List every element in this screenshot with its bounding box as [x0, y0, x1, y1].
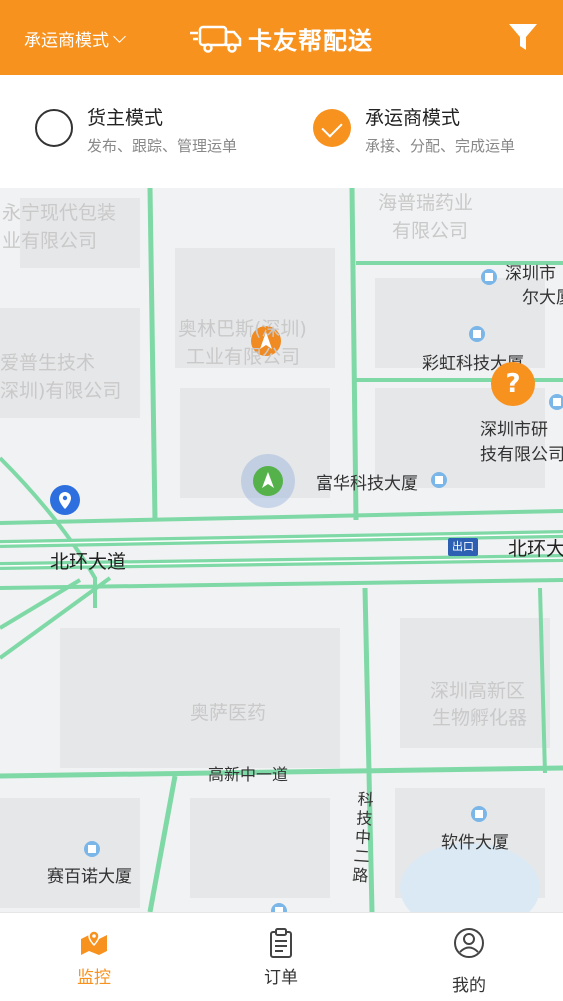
exit-badge: 出口 [448, 538, 478, 556]
map-poi-label: 永宁现代包装 [2, 202, 117, 224]
current-location-marker[interactable] [240, 453, 296, 509]
building-poi-icon [549, 394, 563, 410]
map-poi-label: 生物孵化器 [432, 707, 528, 729]
mode-select-label: 承运商模式 [24, 31, 109, 51]
map-poi-label: 海普瑞药业 [378, 192, 474, 214]
map-poi-label: 富华科技大厦 [316, 474, 418, 494]
map-road-label: 北环大道 [50, 551, 127, 573]
tab-label: 我的 [452, 976, 486, 996]
map-poi-label: 技有限公司 [480, 445, 563, 465]
mode-option-title: 货主模式 [87, 107, 164, 129]
radio-checked-icon[interactable] [313, 109, 351, 147]
mode-selector: 货主模式 发布、跟踪、管理运单 承运商模式 承接、分配、完成运单 [0, 75, 563, 188]
map-poi-label: 工业有限公司 [186, 346, 301, 368]
map-poi-label: 业有限公司 [2, 230, 98, 252]
app-logo: 卡友帮配送 [190, 18, 373, 58]
mode-option-carrier[interactable]: 承运商模式 承接、分配、完成运单 [313, 103, 558, 163]
building-poi-icon [271, 903, 287, 912]
building-poi-icon [84, 841, 100, 857]
map-poi-label: 有限公司 [392, 220, 469, 242]
tab-profile[interactable]: 我的 [409, 913, 529, 1001]
map-poi-label: 深圳高新区 [430, 680, 526, 702]
clipboard-icon [270, 928, 292, 958]
app-header: 承运商模式 卡友帮配送 [0, 0, 563, 75]
map-poi-label: 深圳市 [505, 264, 556, 284]
map-poi-label: 深圳市研 [480, 420, 548, 440]
building-poi-icon [469, 326, 485, 342]
truck-logo-icon [190, 25, 242, 53]
location-pin-icon[interactable] [49, 484, 81, 516]
mode-option-subtitle: 发布、跟踪、管理运单 [87, 137, 238, 155]
tab-orders[interactable]: 订单 [221, 913, 341, 1001]
mode-option-subtitle: 承接、分配、完成运单 [365, 137, 516, 155]
map-poi-label: 奥林巴斯(深圳) [178, 318, 307, 340]
radio-unchecked-icon[interactable] [35, 109, 73, 147]
map-monitor-icon [81, 930, 107, 955]
filter-icon[interactable] [506, 20, 540, 54]
map-poi-label: 赛百诺大厦 [47, 867, 132, 887]
map-poi-label: 尔大厦 [522, 288, 563, 308]
building-poi-icon [471, 806, 487, 822]
mode-select-dropdown[interactable]: 承运商模式 [24, 26, 126, 51]
map-poi-label: 爱普生技术 [0, 352, 96, 374]
map-view[interactable]: 永宁现代包装 业有限公司 爱普生技术 深圳)有限公司 海普瑞药业 有限公司 奥林… [0, 188, 563, 912]
mode-option-shipper[interactable]: 货主模式 发布、跟踪、管理运单 [35, 103, 275, 163]
map-poi-label: 软件大厦 [441, 833, 509, 853]
building-poi-icon [481, 269, 497, 285]
map-poi-label: 深圳)有限公司 [0, 380, 122, 402]
app-title: 卡友帮配送 [248, 26, 373, 55]
help-button[interactable]: ? [491, 362, 535, 406]
tab-monitor[interactable]: 监控 [34, 913, 154, 1001]
chevron-down-icon [113, 29, 126, 43]
user-icon [454, 928, 484, 958]
map-poi-label: 奥萨医药 [190, 702, 267, 724]
tab-label: 监控 [77, 968, 111, 988]
map-road-label: 高新中一道 [208, 765, 289, 784]
map-road-label: 北环大 [508, 538, 563, 560]
mode-option-title: 承运商模式 [365, 107, 461, 129]
bottom-tab-bar: 监控 订单 我的 [0, 912, 563, 1001]
tab-label: 订单 [264, 968, 298, 988]
building-poi-icon [431, 472, 447, 488]
